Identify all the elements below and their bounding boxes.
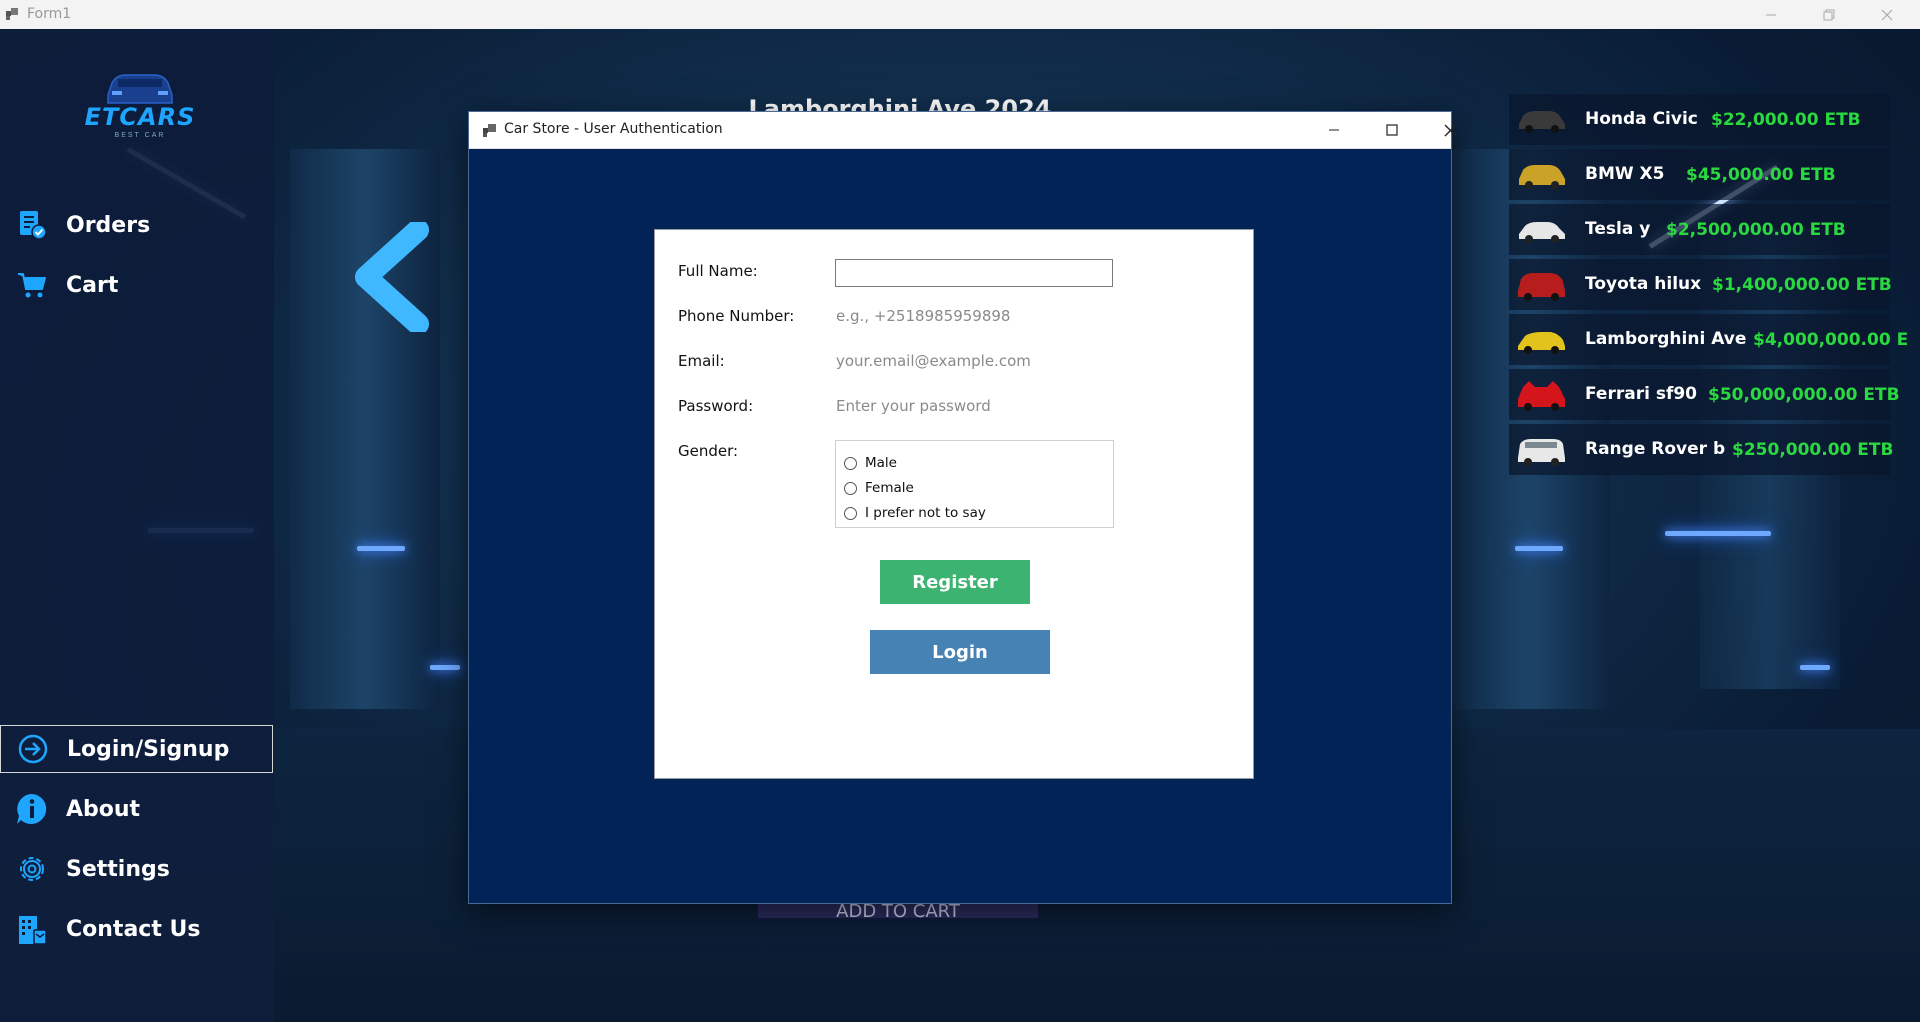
minimize-button[interactable] bbox=[1742, 0, 1800, 29]
car-name: Range Rover b bbox=[1585, 439, 1726, 459]
car-list-item[interactable]: Honda Civic $22,000.00 ETB bbox=[1509, 94, 1890, 145]
car-list-item[interactable]: Range Rover b $250,000.00 ETB bbox=[1509, 424, 1894, 475]
neon-strip bbox=[357, 546, 405, 551]
logo-subtext: BEST CAR bbox=[114, 132, 166, 139]
minimize-icon bbox=[1766, 14, 1776, 15]
car-thumbnail bbox=[1518, 273, 1565, 301]
car-thumbnail bbox=[1519, 165, 1565, 189]
main-titlebar: Form1 bbox=[0, 0, 1920, 30]
car-thumbnail bbox=[1518, 332, 1565, 354]
logo-text: ETCARS bbox=[84, 103, 196, 131]
car-list-item[interactable]: Ferrari sf90 $50,000,000.00 ETB bbox=[1509, 369, 1900, 420]
phone-input[interactable]: e.g., +2518985959898 bbox=[836, 307, 1010, 325]
car-thumbnail bbox=[1518, 439, 1565, 466]
car-price: $45,000.00 ETB bbox=[1686, 165, 1836, 185]
car-price: $2,500,000.00 ETB bbox=[1666, 220, 1846, 240]
car-thumbnail bbox=[1519, 111, 1565, 133]
restore-icon bbox=[1823, 9, 1835, 20]
car-name: Lamborghini Ave bbox=[1585, 329, 1747, 349]
orders-icon bbox=[14, 207, 50, 243]
close-icon bbox=[1444, 124, 1456, 136]
previous-arrow-icon[interactable] bbox=[338, 222, 448, 332]
info-icon bbox=[14, 791, 50, 827]
phone-label: Phone Number: bbox=[678, 307, 795, 325]
auth-dialog: Car Store - User Authentication Full Nam… bbox=[468, 111, 1456, 904]
car-price: $250,000.00 ETB bbox=[1732, 440, 1894, 460]
nav-label: About bbox=[66, 796, 141, 822]
neon-strip bbox=[1515, 546, 1563, 551]
maximize-icon bbox=[1386, 124, 1398, 136]
car-list-item[interactable]: Tesla y $2,500,000.00 ETB bbox=[1509, 204, 1890, 255]
minimize-icon bbox=[1329, 129, 1339, 131]
dialog-close-button[interactable] bbox=[1421, 112, 1479, 148]
nav-settings[interactable]: Settings bbox=[0, 845, 274, 893]
email-input[interactable]: your.email@example.com bbox=[836, 352, 1031, 370]
car-name: Ferrari sf90 bbox=[1585, 384, 1697, 404]
etcars-logo: ETCARS BEST CAR bbox=[70, 65, 210, 143]
nav-login-signup[interactable]: Login/Signup bbox=[0, 725, 273, 773]
close-button[interactable] bbox=[1858, 0, 1916, 29]
nav-label: Settings bbox=[66, 856, 170, 882]
car-name: BMW X5 bbox=[1585, 164, 1665, 184]
logo-car-icon bbox=[107, 74, 173, 104]
radio-button[interactable] bbox=[844, 481, 857, 495]
nav-cart[interactable]: Cart bbox=[0, 261, 274, 309]
car-name: Honda Civic bbox=[1585, 109, 1698, 129]
nav-contact-us[interactable]: Contact Us bbox=[0, 905, 274, 953]
car-list: Honda Civic $22,000.00 ETB BMW X5 $45,00… bbox=[1509, 94, 1908, 479]
full-name-label: Full Name: bbox=[678, 262, 758, 280]
neon-strip bbox=[1665, 531, 1771, 536]
password-label: Password: bbox=[678, 397, 754, 415]
nav-orders[interactable]: Orders bbox=[0, 201, 274, 249]
gender-group: Male Female I prefer not to say bbox=[835, 440, 1114, 528]
email-label: Email: bbox=[678, 352, 725, 370]
full-name-input[interactable] bbox=[835, 259, 1113, 287]
radio-label: Female bbox=[865, 480, 914, 496]
gear-icon bbox=[14, 851, 50, 887]
nav-label: Login/Signup bbox=[67, 736, 230, 762]
car-price: $4,000,000.00 E bbox=[1753, 330, 1909, 350]
radio-button[interactable] bbox=[844, 456, 857, 470]
car-price: $50,000,000.00 ETB bbox=[1708, 385, 1900, 405]
radio-label: I prefer not to say bbox=[865, 505, 986, 521]
dialog-minimize-button[interactable] bbox=[1305, 112, 1363, 148]
nav-label: Orders bbox=[66, 212, 151, 238]
nav-about[interactable]: About bbox=[0, 785, 274, 833]
gender-option-prefer-not-to-say[interactable]: I prefer not to say bbox=[844, 503, 986, 523]
dialog-maximize-button[interactable] bbox=[1363, 112, 1421, 148]
car-thumbnail bbox=[1518, 381, 1565, 411]
nav-label: Cart bbox=[66, 272, 119, 298]
radio-button[interactable] bbox=[844, 506, 857, 520]
car-price: $1,400,000.00 ETB bbox=[1712, 275, 1892, 295]
window-title: Form1 bbox=[27, 6, 72, 22]
nav-label: Contact Us bbox=[66, 916, 201, 942]
login-button[interactable]: Login bbox=[870, 630, 1050, 674]
neon-strip bbox=[430, 665, 460, 670]
radio-label: Male bbox=[865, 455, 897, 471]
car-list-item[interactable]: Toyota hilux $1,400,000.00 ETB bbox=[1509, 259, 1892, 310]
registration-form: Full Name: Phone Number: e.g., +25189859… bbox=[654, 229, 1254, 779]
gender-label: Gender: bbox=[678, 442, 739, 460]
app-icon bbox=[6, 8, 18, 20]
sidebar: ETCARS BEST CAR Orders Cart Login/Signup… bbox=[0, 29, 274, 1022]
register-button[interactable]: Register bbox=[880, 560, 1030, 604]
dialog-title: Car Store - User Authentication bbox=[504, 121, 723, 137]
car-list-item[interactable]: Lamborghini Ave $4,000,000.00 E bbox=[1509, 314, 1908, 365]
car-name: Tesla y bbox=[1585, 219, 1651, 239]
close-icon bbox=[1881, 9, 1893, 20]
dialog-titlebar: Car Store - User Authentication bbox=[469, 112, 1451, 149]
login-icon bbox=[15, 731, 51, 767]
car-name: Toyota hilux bbox=[1585, 274, 1702, 294]
gender-option-male[interactable]: Male bbox=[844, 453, 897, 473]
car-thumbnail bbox=[1519, 222, 1565, 243]
car-list-item[interactable]: BMW X5 $45,000.00 ETB bbox=[1509, 149, 1890, 200]
restore-button[interactable] bbox=[1800, 0, 1858, 29]
app-icon bbox=[483, 124, 496, 137]
neon-strip bbox=[1800, 665, 1830, 670]
building-icon bbox=[14, 911, 50, 947]
car-price: $22,000.00 ETB bbox=[1711, 110, 1861, 130]
cart-icon bbox=[14, 267, 50, 303]
gender-option-female[interactable]: Female bbox=[844, 478, 914, 498]
password-input[interactable]: Enter your password bbox=[836, 397, 991, 415]
